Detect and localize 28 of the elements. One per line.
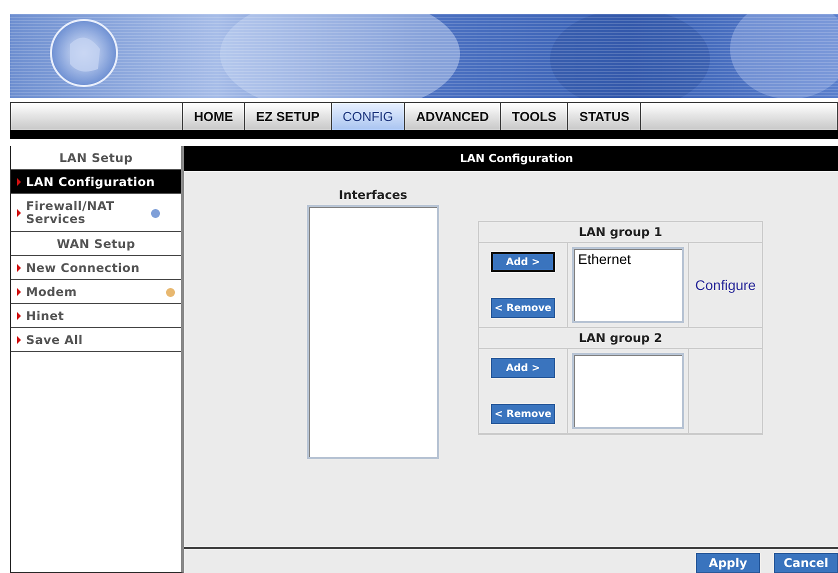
nav-tab[interactable]: CONFIG — [332, 103, 406, 130]
page-title: LAN Configuration — [460, 152, 574, 165]
interfaces-label: Interfaces — [338, 188, 408, 202]
sidebar-item-label: New Connection — [26, 262, 141, 274]
add-button[interactable]: Add > — [491, 358, 555, 378]
sidebar-item-label: Hinet — [26, 310, 66, 322]
remove-button[interactable]: < Remove — [491, 298, 555, 318]
remove-button[interactable]: < Remove — [491, 404, 555, 424]
triangle-icon — [17, 336, 21, 344]
cancel-button[interactable]: Cancel — [774, 553, 838, 573]
sidebar-item-label: Save All — [26, 334, 84, 346]
add-button[interactable]: Add > — [491, 252, 555, 272]
sidebar-item-label: Firewall/NAT Services — [26, 200, 116, 226]
sidebar-item[interactable]: LAN Configuration — [11, 170, 181, 194]
sidebar-item-label: LAN Configuration — [26, 176, 156, 188]
configure-link[interactable]: Configure — [695, 277, 756, 293]
triangle-icon — [17, 178, 21, 186]
triangle-icon — [17, 209, 21, 217]
triangle-icon — [17, 312, 21, 320]
apply-button[interactable]: Apply — [696, 553, 760, 573]
sidebar-item-label: Modem — [26, 286, 78, 298]
group-listbox[interactable]: Ethernet — [572, 247, 684, 323]
triangle-icon — [17, 264, 21, 272]
list-item[interactable]: Ethernet — [578, 251, 678, 267]
group-listbox[interactable] — [572, 353, 684, 429]
group-title: LAN group 2 — [479, 328, 762, 349]
triangle-icon — [17, 288, 21, 296]
group-title: LAN group 1 — [479, 222, 762, 243]
